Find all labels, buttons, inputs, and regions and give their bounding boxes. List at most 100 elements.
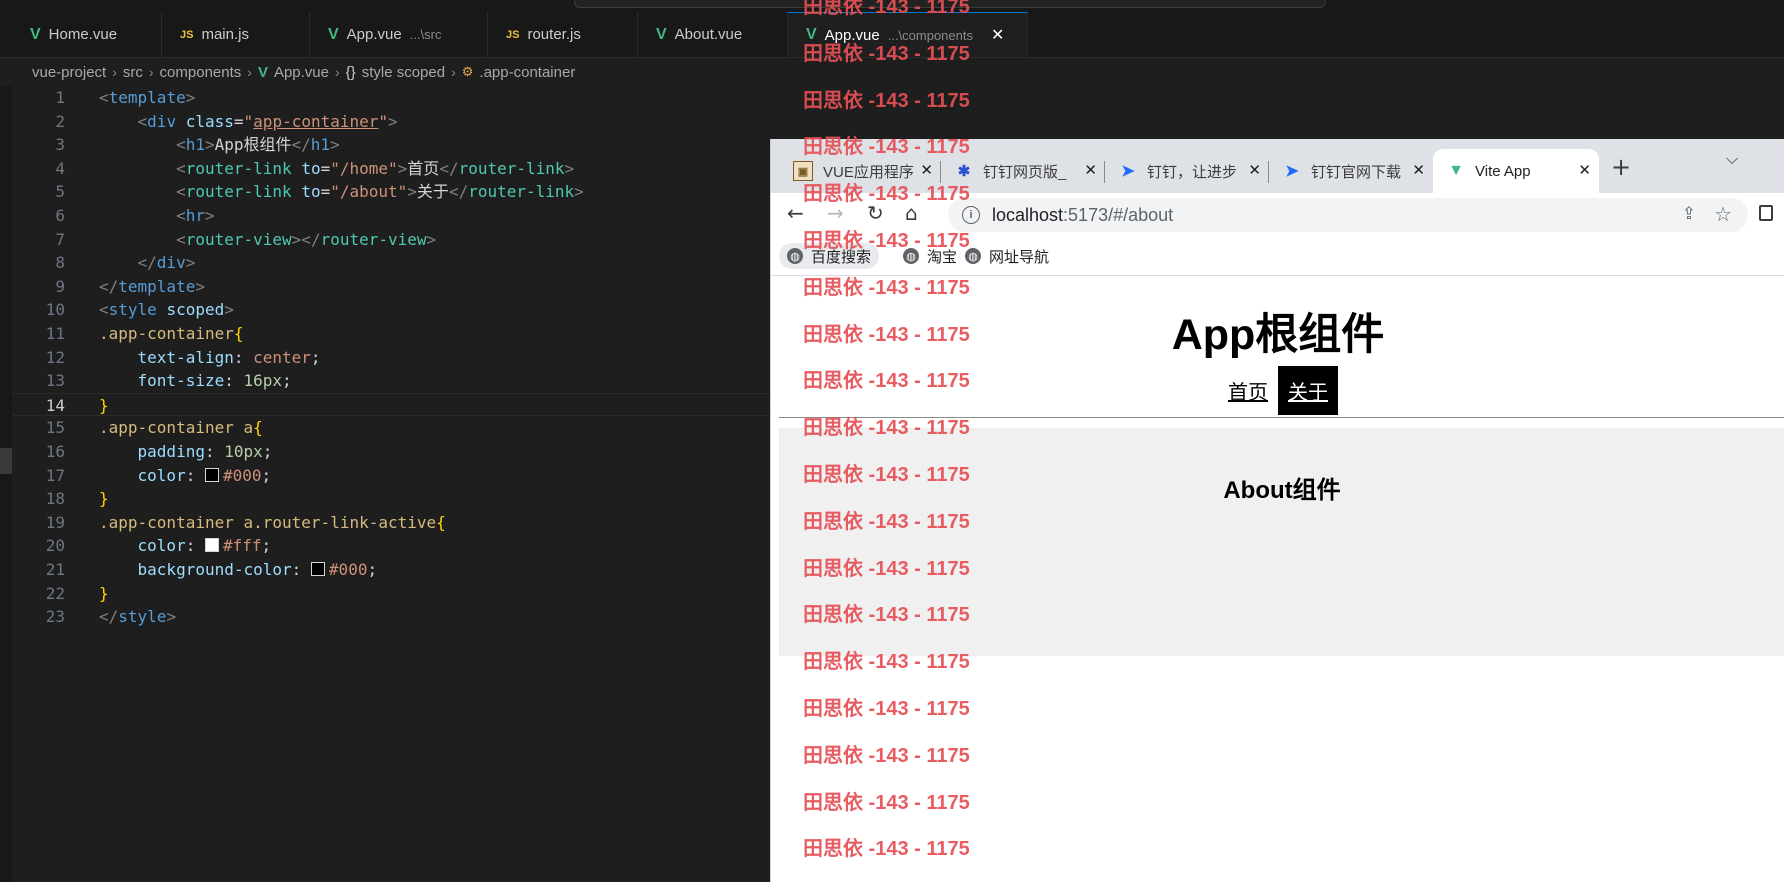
code-line[interactable]: .app-container a.router-link-active{ (99, 511, 446, 535)
line-number: 16 (45, 442, 65, 461)
editor-tab[interactable]: JS main.js (162, 12, 310, 57)
breadcrumb-item[interactable]: components (160, 64, 242, 81)
editor-tab[interactable]: JS router.js (488, 12, 638, 57)
editor-tab[interactable]: V Home.vue (12, 12, 162, 57)
bookmark-star-icon[interactable]: ☆ (1714, 202, 1732, 227)
breadcrumb-item[interactable]: style scoped (362, 64, 445, 81)
forward-arrow-icon[interactable]: → (827, 201, 844, 225)
browser-tab[interactable]: ➤ 钉钉，让进步 ✕ (1105, 149, 1269, 193)
breadcrumb-item[interactable]: App.vue (274, 64, 329, 81)
browser-tab-title: 钉钉官网下载 (1311, 163, 1402, 181)
bookmark-item[interactable]: ◍ 淘宝 (895, 243, 965, 269)
browser-window: ▣ VUE应用程序 ✕ ✱ 钉钉网页版_ ✕ ➤ 钉钉，让进步 ✕ ➤ 钉钉官网… (770, 139, 1784, 882)
browser-tab[interactable]: ➤ 钉钉官网下载 ✕ (1269, 149, 1433, 193)
breadcrumb-item[interactable]: .app-container (479, 64, 575, 81)
code-line[interactable]: </template> (99, 275, 205, 299)
editor-tab[interactable]: V App.vue ...\src (310, 12, 488, 57)
close-icon[interactable]: ✕ (1578, 161, 1591, 179)
bookmark-item[interactable]: ◍ 百度搜索 (779, 243, 880, 269)
editor-tab-label: Home.vue (48, 26, 118, 43)
page-title: App根组件 (1171, 311, 1385, 359)
editor-tab-active[interactable]: V App.vue ...\components ✕ (788, 12, 1028, 57)
code-line[interactable]: padding: 10px; (99, 440, 273, 464)
close-icon[interactable]: ✕ (1412, 161, 1425, 179)
reload-icon[interactable]: ↻ (867, 201, 884, 225)
code-line[interactable]: <router-view></router-view> (99, 228, 436, 252)
editor-tab[interactable]: V About.vue (638, 12, 788, 57)
line-number: 12 (45, 347, 65, 367)
code-line[interactable]: <router-link to="/home">首页</router-link> (99, 157, 574, 181)
browser-tab[interactable]: ✱ 钉钉网页版_ ✕ (941, 149, 1105, 193)
back-arrow-icon[interactable]: ← (787, 201, 804, 225)
color-swatch[interactable] (204, 467, 219, 482)
bookmark-label: 网址导航 (989, 248, 1050, 266)
vue-file-icon: V (30, 25, 41, 43)
line-number: 10 (45, 300, 65, 320)
line-number: 7 (55, 229, 65, 249)
vue-file-icon: V (328, 25, 339, 43)
code-line[interactable]: .app-container a{ (99, 416, 263, 440)
line-number: 5 (55, 182, 65, 202)
about-title: About组件 (1223, 477, 1341, 504)
editor-tab-path: ...\src (409, 27, 442, 42)
code-line[interactable]: font-size: 16px; (99, 369, 292, 393)
line-number: 21 (45, 560, 65, 579)
code-line[interactable]: color: #000; (99, 464, 272, 488)
browser-tab-active[interactable]: ▼ Vite App ✕ (1433, 149, 1599, 193)
line-number: 17 (45, 465, 65, 485)
code-line[interactable]: color: #fff; (99, 534, 272, 558)
code-line[interactable]: } (99, 487, 109, 511)
code-line[interactable]: <div class="app-container"> (99, 110, 398, 134)
divider (779, 417, 1784, 418)
browser-tab[interactable]: ▣ VUE应用程序 ✕ (771, 149, 941, 193)
site-info-icon[interactable]: i (962, 206, 980, 224)
close-icon[interactable]: ✕ (920, 161, 933, 179)
url-path: :5173/#/about (1063, 204, 1174, 225)
code-line[interactable]: <h1>App根组件</h1> (99, 133, 340, 157)
side-panel-icon[interactable] (1759, 205, 1773, 221)
home-link[interactable]: 首页 (1218, 366, 1278, 415)
color-swatch[interactable] (310, 562, 325, 576)
breadcrumb-item[interactable]: vue-project (32, 64, 106, 81)
vue-file-icon: V (656, 25, 667, 43)
chevron-right-icon: › (335, 64, 340, 80)
globe-icon: ◍ (787, 248, 803, 264)
code-line[interactable]: <template> (99, 86, 195, 110)
code-editor[interactable]: 1 <template> 2 <div class="app-container"… (12, 86, 770, 882)
nav-links: 首页 关于 (771, 366, 1784, 415)
globe-icon: ◍ (965, 248, 981, 264)
about-link[interactable]: 关于 (1278, 366, 1338, 415)
close-icon[interactable]: ✕ (991, 25, 1004, 45)
browser-toolbar: ← → ↻ ⌂ i localhost:5173/#/about ⇪ ☆ (771, 193, 1784, 237)
breadcrumb-item[interactable]: src (123, 64, 143, 81)
chevron-right-icon: › (148, 64, 154, 80)
code-line[interactable]: } (99, 394, 109, 418)
share-icon[interactable]: ⇪ (1682, 204, 1696, 224)
js-file-icon: JS (506, 28, 520, 41)
editor-tab-label: About.vue (674, 26, 743, 43)
new-tab-plus-icon[interactable]: + (1611, 153, 1631, 181)
close-icon[interactable]: ✕ (1084, 161, 1097, 179)
chevron-right-icon: › (247, 64, 252, 80)
editor-tab-path: ...\components (887, 27, 973, 43)
code-line[interactable]: text-align: center; (99, 346, 321, 370)
address-bar[interactable]: i localhost:5173/#/about ⇪ ☆ (948, 198, 1748, 232)
vue-file-icon: V (257, 63, 268, 81)
code-line[interactable]: .app-container{ (99, 322, 244, 346)
bookmark-label: 百度搜索 (811, 248, 872, 266)
code-line[interactable]: background-color: #000; (99, 558, 378, 582)
bookmarks-bar: ◍ 百度搜索 ◍ 淘宝 ◍ 网址导航 (771, 237, 1784, 276)
code-line[interactable]: <router-link to="/about">关于</router-link… (99, 180, 584, 204)
color-swatch[interactable] (204, 538, 219, 553)
code-line[interactable]: <hr> (99, 204, 215, 228)
close-icon[interactable]: ✕ (1248, 161, 1261, 179)
home-icon[interactable]: ⌂ (905, 201, 918, 225)
chevron-down-icon[interactable]: ⌵ (1726, 149, 1738, 169)
bookmark-item[interactable]: ◍ 网址导航 (957, 243, 1057, 269)
command-center[interactable] (574, 0, 1326, 8)
code-line[interactable]: <style scoped> (99, 298, 234, 322)
code-line[interactable]: } (99, 582, 109, 606)
code-line[interactable]: </div> (99, 251, 196, 275)
code-line[interactable]: </style> (99, 605, 176, 629)
browser-tab-title: 钉钉，让进步 (1147, 163, 1238, 181)
